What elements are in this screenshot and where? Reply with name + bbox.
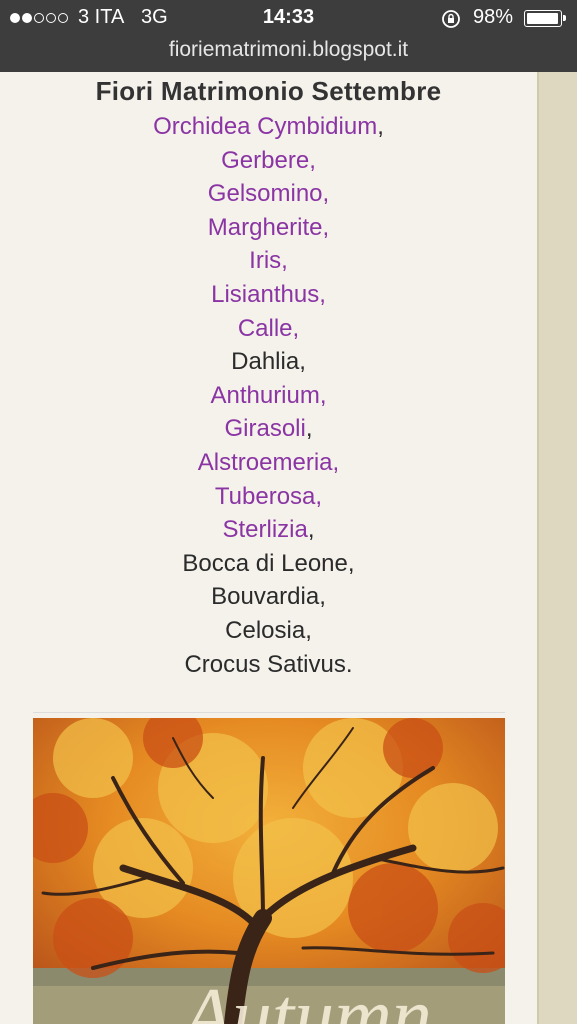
flower-separator: , [307,516,315,544]
battery-icon [524,10,566,27]
flower-link[interactable]: Iris [249,247,281,274]
flower-separator[interactable]: , [319,281,326,308]
flower-list-item[interactable]: Lisianthus, [0,278,537,312]
status-row: 3 ITA 3G 14:33 98% [0,6,577,32]
flower-name: Celosia [225,616,306,644]
post-content: Fiori Matrimonio Settembre Orchidea Cymb… [0,72,537,1024]
flower-separator[interactable]: , [333,449,340,476]
flower-list-item[interactable]: Sterlizia, [0,513,537,547]
flower-list-item: Celosia, [0,614,537,648]
flower-list-item: Crocus Sativus. [0,648,537,682]
flower-separator: , [305,616,312,644]
flower-link[interactable]: Gerbere [221,147,309,174]
flower-list-item: Bouvardia, [0,580,537,614]
flower-separator: , [347,549,355,577]
flower-link[interactable]: Orchidea Cymbidium [153,113,377,140]
flower-list: Orchidea Cymbidium, Gerbere, Gelsomino, Mar… [0,110,537,681]
flower-list-item[interactable]: Tuberosa, [0,480,537,514]
flower-list-item: Dahlia, [0,345,537,379]
flower-separator[interactable]: , [323,214,330,241]
flower-link[interactable]: Sterlizia [222,516,307,543]
flower-link[interactable]: Gelsomino [208,180,323,207]
flower-separator: , [299,348,306,376]
flower-link[interactable]: Anthurium [210,382,319,409]
post-title: Fiori Matrimonio Settembre [95,76,442,106]
flower-list-item[interactable]: Gelsomino, [0,177,537,211]
flower-separator[interactable]: , [323,180,330,207]
flower-link[interactable]: Lisianthus [211,281,319,308]
flower-link[interactable]: Margherite [208,214,323,241]
flower-link[interactable]: Tuberosa [215,483,316,510]
flower-name: Bocca di Leone [182,549,348,577]
rotation-lock-icon [442,10,460,28]
battery-percentage: 98% [473,6,514,28]
flower-list-item[interactable]: Calle, [0,312,537,346]
flower-list-item[interactable]: Margherite, [0,211,537,245]
flower-list-item[interactable]: Anthurium, [0,379,537,413]
flower-separator: , [377,113,384,140]
flower-separator[interactable]: , [309,147,316,174]
flower-name: Crocus Sativus [184,650,346,678]
sidebar-strip [537,72,577,1024]
flower-separator: , [319,583,326,611]
flower-list-item[interactable]: Alstroemeria, [0,446,537,480]
flower-separator: . [345,650,353,678]
photo-caption-text: Autumn [178,973,432,1024]
flower-link[interactable]: Girasoli [224,415,305,442]
flower-list-item[interactable]: Girasoli, [0,412,537,446]
flower-link[interactable]: Calle [238,315,293,342]
flower-list-item: Bocca di Leone, [0,547,537,581]
image-divider [33,712,505,713]
flower-separator[interactable]: , [320,382,327,409]
flower-separator[interactable]: , [281,247,288,274]
flower-separator: , [305,415,313,443]
flower-name: Dahlia [231,348,300,376]
flower-list-item[interactable]: Gerbere, [0,144,537,178]
autumn-tree-photo[interactable]: Autumn [33,718,505,1024]
flower-list-item[interactable]: Orchidea Cymbidium, [0,110,537,144]
flower-list-item[interactable]: Iris, [0,244,537,278]
flower-link[interactable]: Alstroemeria [198,449,333,476]
status-bar: 3 ITA 3G 14:33 98% fioriematrimoni.blogs… [0,0,577,72]
flower-separator[interactable]: , [293,315,300,342]
address-bar-url[interactable]: fioriematrimoni.blogspot.it [0,38,577,62]
flower-name: Bouvardia [211,583,320,611]
flower-separator[interactable]: , [315,483,322,510]
